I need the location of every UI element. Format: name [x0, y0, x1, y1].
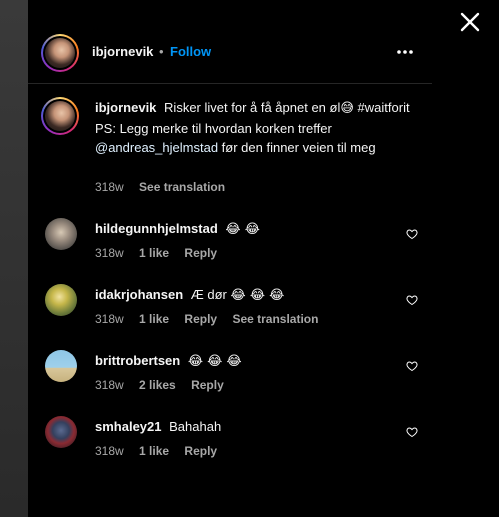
reply-button[interactable]: Reply [184, 444, 217, 458]
comment-likes[interactable]: 1 like [139, 246, 169, 260]
comment-username[interactable]: hildegunnhjelmstad [95, 221, 218, 236]
heart-icon[interactable] [406, 228, 418, 240]
reply-button[interactable]: Reply [184, 246, 217, 260]
comment-emojis: 😂 😂 😂 [187, 354, 242, 369]
comment-avatar[interactable] [45, 416, 77, 448]
caption-emoji: 😅 [340, 101, 354, 116]
comment-meta: 318w 1 like Reply [95, 444, 229, 458]
comment-item: idakrjohansen Æ dør 😂 😂 😂 318w 1 like Re… [28, 284, 432, 344]
comment-likes[interactable]: 2 likes [139, 378, 176, 392]
close-icon[interactable] [458, 10, 482, 34]
caption-text-1: Risker livet for å få åpnet en øl [164, 100, 341, 115]
heart-icon[interactable] [406, 426, 418, 438]
comment-meta: 318w 1 like Reply See translation [95, 312, 330, 326]
comment-username[interactable]: smhaley21 [95, 419, 162, 434]
caption-avatar[interactable] [41, 97, 79, 135]
post-header: ibjornevik • Follow [28, 0, 432, 84]
comment-age: 318w [95, 312, 124, 326]
caption-age: 318w [95, 180, 124, 194]
comment-meta: 318w 1 like Reply [95, 246, 229, 260]
reply-button[interactable]: Reply [191, 378, 224, 392]
comment-username[interactable]: idakrjohansen [95, 287, 183, 302]
comment-likes[interactable]: 1 like [139, 444, 169, 458]
comments-panel: ibjornevik • Follow ibjornevik Risker li… [28, 0, 432, 517]
comment-age: 318w [95, 444, 124, 458]
comment-text: Æ dør [190, 287, 227, 302]
comment-avatar[interactable] [45, 350, 77, 382]
caption-username[interactable]: ibjornevik [95, 100, 156, 115]
comment-avatar[interactable] [45, 218, 77, 250]
comment-text: Bahahah [169, 419, 222, 434]
comment-item: smhaley21 Bahahah 318w 1 like Reply [28, 416, 432, 476]
comment-age: 318w [95, 378, 124, 392]
heart-icon[interactable] [406, 294, 418, 306]
caption: ibjornevik Risker livet for å få åpnet e… [95, 98, 411, 158]
separator-dot: • [159, 44, 164, 59]
comment-body: smhaley21 Bahahah [95, 419, 221, 434]
comment-item: hildegunnhjelmstad 😂 😂 318w 1 like Reply [28, 218, 432, 278]
see-translation-link[interactable]: See translation [139, 180, 225, 194]
caption-meta: 318w See translation [95, 180, 237, 194]
see-translation-link[interactable]: See translation [232, 312, 318, 326]
caption-text-3: før den finner veien til meg [221, 140, 376, 155]
comment-username[interactable]: brittrobertsen [95, 353, 180, 368]
comment-likes[interactable]: 1 like [139, 312, 169, 326]
comment-emojis: 😂 😂 😂 [230, 288, 285, 303]
comment-item: brittrobertsen 😂 😂 😂 318w 2 likes Reply [28, 350, 432, 410]
backdrop-media-edge [0, 0, 28, 517]
comment-age: 318w [95, 246, 124, 260]
author-avatar[interactable] [41, 34, 79, 72]
comment-body: brittrobertsen 😂 😂 😂 [95, 353, 242, 369]
reply-button[interactable]: Reply [184, 312, 217, 326]
more-horizontal-icon[interactable] [396, 44, 414, 60]
comment-avatar[interactable] [45, 284, 77, 316]
author-username[interactable]: ibjornevik [92, 44, 153, 59]
comment-body: idakrjohansen Æ dør 😂 😂 😂 [95, 287, 284, 303]
comment-body: hildegunnhjelmstad 😂 😂 [95, 221, 260, 237]
comment-emojis: 😂 😂 [225, 222, 260, 237]
comment-meta: 318w 2 likes Reply [95, 378, 236, 392]
caption-mention[interactable]: @andreas_hjelmstad [95, 140, 218, 155]
heart-icon[interactable] [406, 360, 418, 372]
follow-button[interactable]: Follow [170, 44, 211, 59]
